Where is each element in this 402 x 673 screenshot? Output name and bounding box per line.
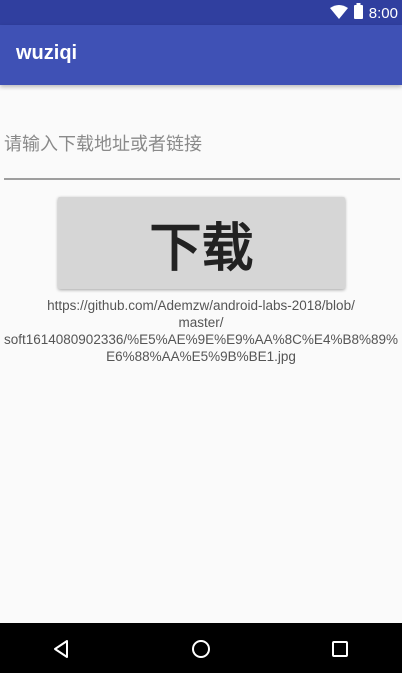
app-title: wuziqi (16, 42, 78, 64)
back-icon[interactable] (48, 635, 76, 663)
url-line: https://github.com/Ademzw/android-labs-2… (47, 298, 355, 313)
navigation-bar (0, 623, 402, 673)
status-icons: 8:00 (329, 3, 398, 23)
url-input[interactable] (4, 110, 400, 180)
app-bar: wuziqi (0, 25, 402, 85)
url-line: E6%88%AA%E5%9B%BE1.jpg (106, 349, 296, 364)
home-icon[interactable] (187, 635, 215, 663)
battery-icon (353, 3, 363, 23)
url-line: soft1614080902336/%E5%AE%9E%E9%AA%8C%E4%… (3, 332, 398, 347)
url-line: master/ (178, 315, 224, 330)
wifi-icon (329, 4, 348, 23)
status-bar: 8:00 (0, 0, 402, 25)
download-button[interactable]: 下载 (58, 197, 345, 289)
status-time: 8:00 (368, 4, 398, 22)
download-url-text: https://github.com/Ademzw/android-labs-2… (0, 297, 402, 365)
recents-icon[interactable] (326, 635, 354, 663)
